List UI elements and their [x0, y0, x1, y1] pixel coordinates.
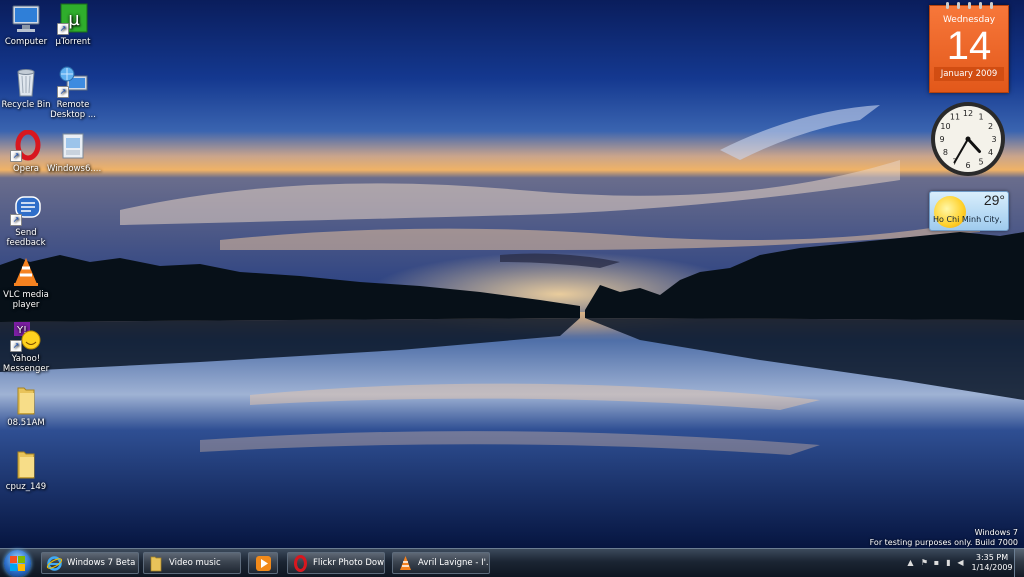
system-tray: ▲ ⚑ ▪ ▮ ◀ 3:35 PM 1/14/2009: [902, 549, 1024, 577]
clock-numeral: 5: [978, 158, 983, 167]
start-button[interactable]: [4, 550, 31, 577]
clock-numeral: 1: [978, 112, 983, 121]
desktop-icon-folder-cpuz[interactable]: cpuz_149: [0, 448, 52, 492]
taskbar-button-media-player[interactable]: [248, 552, 278, 574]
clock-numeral: 10: [940, 122, 950, 131]
desktop-icon-send-feedback[interactable]: ↗ Send feedback: [0, 194, 52, 248]
clock-numeral: 12: [963, 109, 973, 118]
feedback-icon: ↗: [10, 194, 42, 226]
folder-icon: [10, 384, 42, 416]
taskbar-button-label: Video music: [169, 558, 221, 568]
desktop-icon-label: VLC media player: [3, 290, 49, 310]
windows-logo-icon: [10, 556, 25, 571]
shortcut-arrow-icon: ↗: [10, 150, 22, 162]
remote-desktop-icon: ↗: [57, 66, 89, 98]
clock-numeral: 9: [939, 135, 944, 144]
desktop-icon-label: Windows6....: [47, 164, 102, 174]
build-watermark: Windows 7 For testing purposes only. Bui…: [870, 528, 1018, 548]
calendar-day: 14: [946, 24, 992, 68]
desktop-icon-label: µTorrent: [55, 37, 91, 47]
desktop-icon-opera[interactable]: ↗ Opera: [0, 129, 52, 174]
shortcut-arrow-icon: ↗: [10, 214, 22, 226]
clock-numeral: 3: [991, 135, 996, 144]
desktop-icon-recycle-bin[interactable]: Recycle Bin: [0, 66, 52, 110]
utorrent-icon: µ ↗: [57, 3, 89, 35]
clock-face: 123456789101112: [931, 102, 1005, 176]
taskbar-button-label: Windows 7 Beta C...: [67, 558, 138, 568]
installer-package-icon: [57, 130, 89, 162]
desktop-icon-computer[interactable]: Computer: [0, 3, 52, 47]
desktop-icon-folder-0851am[interactable]: 08.51AM: [0, 384, 52, 428]
calendar-gadget[interactable]: Wednesday 14 January 2009: [929, 2, 1009, 93]
tray-app-icon[interactable]: ▪: [932, 558, 941, 567]
desktop-icon-label: Yahoo! Messenger: [2, 354, 50, 374]
clock-numeral: 2: [988, 122, 993, 131]
vlc-icon: [10, 256, 42, 288]
watermark-os-name: Windows 7: [974, 528, 1018, 537]
desktop-icon-label: 08.51AM: [7, 418, 45, 428]
clock-gadget[interactable]: 123456789101112: [929, 100, 1007, 178]
calendar-month-year: January 2009: [934, 67, 1004, 81]
desktop-icon-label: cpuz_149: [5, 482, 47, 492]
folder-icon: [10, 448, 42, 480]
recycle-bin-icon: [10, 66, 42, 98]
computer-icon: [10, 3, 42, 35]
taskbar-button-label: Avril Lavigne - I'...: [418, 558, 490, 568]
shortcut-arrow-icon: ↗: [57, 86, 69, 98]
desktop-icon-vlc[interactable]: VLC media player: [0, 256, 52, 310]
taskbar-button-ie[interactable]: Windows 7 Beta C...: [41, 552, 139, 574]
shortcut-arrow-icon: ↗: [10, 340, 22, 352]
vlc-icon: [400, 556, 411, 570]
opera-icon: [294, 555, 307, 572]
ie-icon: [46, 556, 63, 571]
weather-gadget[interactable]: 29° Ho Chi Minh City, ...: [929, 191, 1009, 231]
desktop-icon-label: Opera: [12, 164, 40, 174]
show-desktop-button[interactable]: [1014, 549, 1024, 577]
shortcut-arrow-icon: ↗: [57, 23, 69, 35]
taskbar-time: 3:35 PM: [975, 553, 1009, 562]
weather-temperature: 29°: [983, 192, 1005, 208]
clock-numeral: 4: [988, 148, 993, 157]
desktop-icon-label: Recycle Bin: [1, 100, 51, 110]
weather-city: Ho Chi Minh City, ...: [933, 215, 1005, 224]
taskbar: Windows 7 Beta C... Video music Flickr P…: [0, 548, 1024, 577]
desktop-icon-label: Computer: [4, 37, 48, 47]
desktop-icon-windows6[interactable]: Windows6....: [47, 130, 102, 174]
desktop-wallpaper: [0, 0, 1024, 548]
show-hidden-icons-arrow-icon[interactable]: ▲: [906, 558, 915, 567]
desktop-icon-utorrent[interactable]: µ ↗ µTorrent: [47, 3, 99, 47]
calendar-rings: [930, 2, 1008, 9]
media-player-icon: [256, 556, 271, 571]
desktop-icon-label: Remote Desktop ...: [50, 100, 96, 120]
svg-text:µ: µ: [68, 9, 80, 30]
action-center-flag-icon[interactable]: ⚑: [920, 558, 929, 567]
clock-numeral: 11: [950, 112, 960, 121]
yahoo-messenger-icon: Y! ↗: [10, 320, 42, 352]
taskbar-button-label: Flickr Photo Dow...: [313, 558, 385, 568]
folder-icon: [150, 556, 162, 572]
taskbar-button-opera[interactable]: Flickr Photo Dow...: [287, 552, 385, 574]
opera-icon: ↗: [10, 129, 42, 162]
watermark-build-text: For testing purposes only. Build 7000: [869, 538, 1018, 547]
network-signal-icon[interactable]: ▮: [944, 558, 953, 567]
clock-numeral: 8: [943, 148, 948, 157]
volume-icon[interactable]: ◀: [956, 558, 965, 567]
desktop-icon-remote-desktop[interactable]: ↗ Remote Desktop ...: [47, 66, 99, 120]
taskbar-button-video-music[interactable]: Video music: [143, 552, 241, 574]
taskbar-date: 1/14/2009: [971, 563, 1013, 572]
desktop-icon-label: Send feedback: [6, 228, 46, 248]
taskbar-button-vlc[interactable]: Avril Lavigne - I'...: [392, 552, 490, 574]
clock-numeral: 6: [965, 161, 970, 170]
taskbar-clock[interactable]: 3:35 PM 1/14/2009: [968, 553, 1016, 573]
desktop-icon-yahoo-messenger[interactable]: Y! ↗ Yahoo! Messenger: [0, 320, 52, 374]
